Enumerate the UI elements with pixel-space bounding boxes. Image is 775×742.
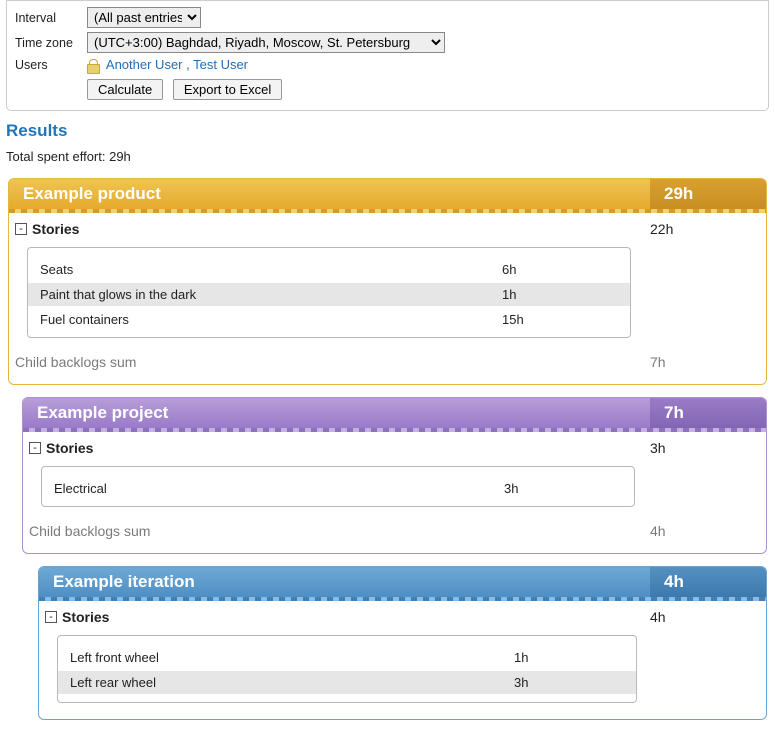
total-effort: Total spent effort: 29h [6, 149, 775, 164]
story-row: Seats 6h [28, 258, 630, 281]
stories-label: Stories [32, 221, 79, 237]
story-list: Electrical 3h [41, 466, 635, 507]
backlog-header: Example iteration 4h [39, 567, 766, 597]
story-list: Left front wheel 1h Left rear wheel 3h [57, 635, 637, 703]
backlog-iteration: Example iteration 4h - Stories 4h Left f… [38, 566, 767, 720]
lock-icon [87, 59, 98, 73]
backlog-product: Example product 29h - Stories 22h Seats … [8, 178, 767, 385]
child-sum-label: Child backlogs sum [29, 523, 150, 539]
story-name: Seats [40, 262, 502, 277]
child-sum-label: Child backlogs sum [15, 354, 136, 370]
story-hours: 3h [504, 481, 634, 496]
backlog-title: Example product [9, 184, 650, 204]
results-heading: Results [6, 121, 775, 141]
backlog-hours: 4h [650, 567, 766, 597]
story-name: Paint that glows in the dark [40, 287, 502, 302]
story-row: Left rear wheel 3h [58, 671, 636, 694]
story-hours: 1h [502, 287, 630, 302]
story-hours: 15h [502, 312, 630, 327]
timezone-select[interactable]: (UTC+3:00) Baghdad, Riyadh, Moscow, St. … [87, 32, 445, 53]
collapse-toggle[interactable]: - [15, 223, 27, 235]
query-form: Interval (All past entries) Time zone (U… [6, 0, 769, 111]
story-row: Paint that glows in the dark 1h [28, 283, 630, 306]
user-link-1[interactable]: Another User [106, 57, 183, 72]
stories-hours: 4h [650, 609, 760, 625]
story-row: Electrical 3h [42, 477, 634, 500]
stories-hours: 3h [650, 440, 760, 456]
story-name: Electrical [54, 481, 504, 496]
stories-label: Stories [46, 440, 93, 456]
story-row: Fuel containers 15h [28, 308, 630, 331]
backlog-project: Example project 7h - Stories 3h Electric… [22, 397, 767, 554]
timezone-label: Time zone [15, 36, 87, 50]
user-link-2[interactable]: Test User [193, 57, 248, 72]
stories-hours: 22h [650, 221, 760, 237]
backlog-title: Example project [23, 403, 650, 423]
story-hours: 6h [502, 262, 630, 277]
story-hours: 1h [514, 650, 636, 665]
backlog-header: Example project 7h [23, 398, 766, 428]
collapse-toggle[interactable]: - [45, 611, 57, 623]
backlog-hours: 29h [650, 179, 766, 209]
story-name: Fuel containers [40, 312, 502, 327]
interval-label: Interval [15, 11, 87, 25]
story-hours: 3h [514, 675, 636, 690]
stories-label: Stories [62, 609, 109, 625]
calculate-button[interactable]: Calculate [87, 79, 163, 100]
backlog-header: Example product 29h [9, 179, 766, 209]
collapse-toggle[interactable]: - [29, 442, 41, 454]
story-name: Left front wheel [70, 650, 514, 665]
story-name: Left rear wheel [70, 675, 514, 690]
users-label: Users [15, 58, 87, 72]
story-list: Seats 6h Paint that glows in the dark 1h… [27, 247, 631, 338]
child-sum-hours: 4h [650, 523, 760, 539]
interval-select[interactable]: (All past entries) [87, 7, 201, 28]
export-button[interactable]: Export to Excel [173, 79, 282, 100]
backlog-title: Example iteration [39, 572, 650, 592]
story-row: Left front wheel 1h [58, 646, 636, 669]
child-sum-hours: 7h [650, 354, 760, 370]
backlog-hours: 7h [650, 398, 766, 428]
user-separator: , [183, 57, 194, 72]
